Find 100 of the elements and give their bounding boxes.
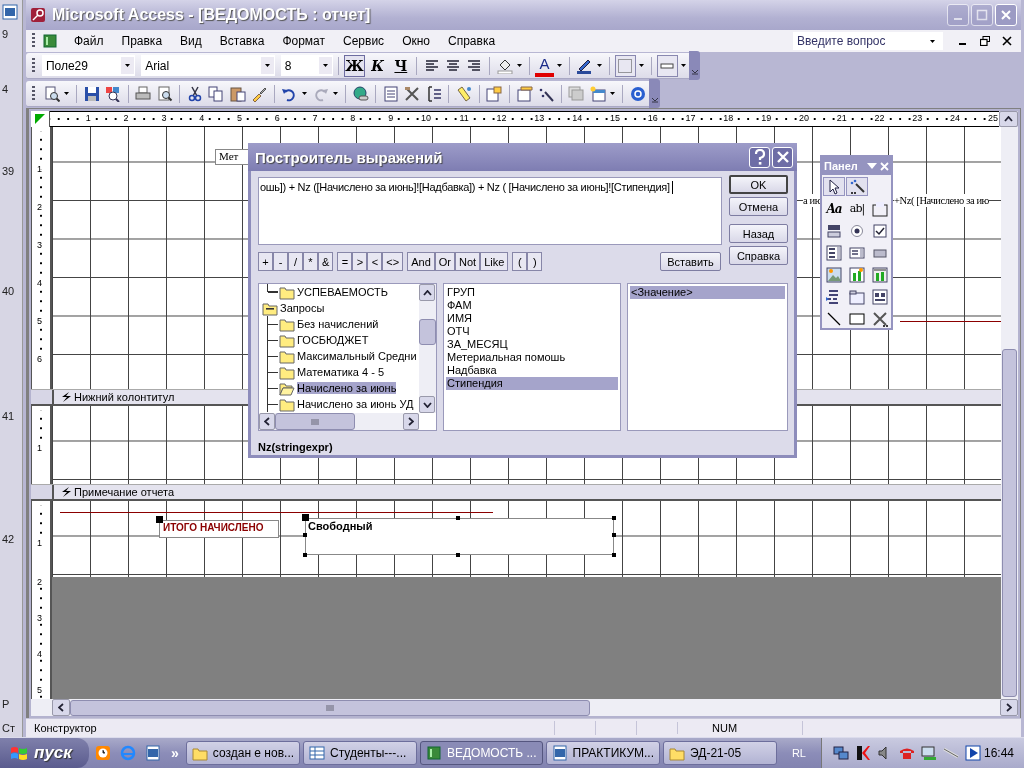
wizard-tool-icon[interactable] xyxy=(846,177,868,196)
pointer-tool-icon[interactable] xyxy=(823,177,845,196)
style-button[interactable]: Ч xyxy=(390,54,412,77)
operator-button[interactable]: And xyxy=(407,252,435,271)
scroll-thumb[interactable] xyxy=(1002,349,1017,697)
operator-button[interactable]: ) xyxy=(527,252,543,271)
start-button[interactable]: пуск xyxy=(0,738,89,768)
menu-item[interactable]: Файл xyxy=(66,32,112,50)
shield-icon[interactable] xyxy=(854,745,871,761)
section-header[interactable]: Примечание отчета xyxy=(31,484,1001,501)
taskbar-button[interactable]: создан е нов... xyxy=(185,741,301,765)
horizontal-scrollbar[interactable] xyxy=(259,413,419,430)
close-button[interactable] xyxy=(772,146,793,168)
field-item[interactable]: Метериальная помошь xyxy=(446,351,618,364)
expression-text[interactable]: +Nz( [Начислено за ию xyxy=(894,194,990,207)
operator-button[interactable]: - xyxy=(273,252,288,271)
field-item[interactable]: ЗА_МЕСЯЦ xyxy=(446,338,618,351)
operator-button[interactable]: + xyxy=(258,252,273,271)
field-item[interactable]: Надбавка xyxy=(446,364,618,377)
help-button[interactable]: Справка xyxy=(729,246,788,265)
field-list-icon[interactable] xyxy=(381,83,401,104)
menu-item[interactable]: Вставка xyxy=(211,32,273,50)
operator-button[interactable]: > xyxy=(352,252,368,271)
operator-button[interactable]: * xyxy=(303,252,318,271)
tree-item[interactable]: Начислено за июнь УД xyxy=(297,398,414,410)
collapse-folder-icon[interactable] xyxy=(262,300,278,316)
code-icon[interactable] xyxy=(484,83,504,104)
operator-button[interactable]: < xyxy=(367,252,383,271)
close-icon[interactable] xyxy=(1000,34,1014,48)
caret-icon[interactable] xyxy=(609,90,618,97)
operator-button[interactable]: Like xyxy=(480,252,509,271)
taskbar-button[interactable]: ПРАКТИКУМ... xyxy=(545,741,661,765)
caret-icon[interactable] xyxy=(516,62,524,69)
horizontal-scrollbar[interactable] xyxy=(31,699,1018,716)
back-button[interactable]: Назад xyxy=(729,224,788,243)
caret-icon[interactable] xyxy=(679,62,688,69)
scroll-thumb[interactable] xyxy=(419,319,436,345)
menu-item[interactable]: Правка xyxy=(113,32,171,50)
network-icon[interactable] xyxy=(832,745,849,761)
taskbar-button[interactable]: Студенты---... xyxy=(303,741,417,765)
dropdown-icon[interactable] xyxy=(867,162,877,170)
cancel-button[interactable]: Отмена xyxy=(729,197,788,216)
field-item[interactable]: ИМЯ xyxy=(446,312,618,325)
caret-icon[interactable] xyxy=(63,90,71,97)
scroll-up-icon[interactable] xyxy=(419,284,435,301)
tree-item[interactable]: Запросы xyxy=(280,302,325,314)
caret-icon[interactable] xyxy=(318,57,332,74)
close-button[interactable] xyxy=(995,4,1017,26)
restore-icon[interactable] xyxy=(978,34,992,48)
scroll-up-icon[interactable] xyxy=(999,111,1018,127)
caret-icon[interactable] xyxy=(301,90,309,97)
font-size-combo[interactable]: 8 xyxy=(280,55,333,76)
field-item[interactable]: ОТЧ xyxy=(446,325,618,338)
tree-item[interactable]: Максимальный Средни xyxy=(297,350,417,362)
tree-item[interactable]: Начислено за июнь xyxy=(297,382,397,394)
menu-item[interactable]: Вид xyxy=(172,32,210,50)
field-item[interactable]: ФАМ xyxy=(446,299,618,312)
operator-button[interactable]: ( xyxy=(512,252,528,271)
help-button[interactable] xyxy=(749,146,770,168)
vertical-scrollbar[interactable] xyxy=(1001,127,1018,699)
tab-tool-icon[interactable] xyxy=(846,287,868,306)
operator-button[interactable]: = xyxy=(337,252,353,271)
operator-button[interactable]: & xyxy=(318,252,334,271)
scroll-thumb[interactable] xyxy=(70,699,590,716)
value-item[interactable]: <Значение> xyxy=(630,286,785,299)
menu-item[interactable]: Окно xyxy=(394,32,438,50)
caret-icon[interactable] xyxy=(332,90,340,97)
operator-button[interactable]: Not xyxy=(455,252,481,271)
style-button[interactable]: Ж xyxy=(343,54,365,77)
cable-icon[interactable] xyxy=(942,745,959,761)
menu-item[interactable]: Формат xyxy=(274,32,334,50)
play-icon[interactable] xyxy=(964,745,981,761)
menu-item[interactable]: Справка xyxy=(440,32,504,50)
caret-icon[interactable] xyxy=(596,62,604,69)
expression-field[interactable]: ошь]) + Nz ([Начислено за июнь]![Надбавка]) + Nz ( [Начислено за июнь]![Стипендия] xyxy=(258,177,722,245)
label-tool-button[interactable]: Aa xyxy=(823,199,845,218)
scroll-right-icon[interactable] xyxy=(1000,699,1018,716)
combo-tool-icon[interactable] xyxy=(823,243,845,262)
help-search-field[interactable]: Введите вопрос xyxy=(793,32,943,50)
toolbar-options-icon[interactable] xyxy=(649,79,661,108)
caret-icon[interactable] xyxy=(556,62,564,69)
globe-link-icon[interactable] xyxy=(350,83,371,104)
tree-item[interactable]: Без начислений xyxy=(297,318,379,330)
object-combo[interactable]: Поле29 xyxy=(41,55,136,76)
field-item[interactable]: Стипендия xyxy=(446,377,618,390)
print-preview-icon[interactable] xyxy=(155,83,175,104)
taskbar-button[interactable]: ЭД-21-05 xyxy=(663,741,777,765)
caret-icon[interactable] xyxy=(637,62,646,69)
tree-item[interactable]: Математика 4 - 5 xyxy=(297,366,385,378)
font-color-button[interactable]: A xyxy=(534,54,555,77)
scroll-thumb[interactable] xyxy=(275,413,355,430)
style-button[interactable]: К xyxy=(367,54,389,77)
operator-button[interactable]: / xyxy=(288,252,303,271)
field-item[interactable]: ГРУП xyxy=(446,286,618,299)
operator-button[interactable]: <> xyxy=(382,252,404,271)
insert-button[interactable]: Вставить xyxy=(660,252,721,271)
menu-item[interactable]: Сервис xyxy=(335,32,393,50)
tree-item[interactable]: ГОСБЮДЖЕТ xyxy=(297,334,369,346)
document-icon[interactable] xyxy=(145,745,161,761)
scroll-left-icon[interactable] xyxy=(52,699,70,716)
